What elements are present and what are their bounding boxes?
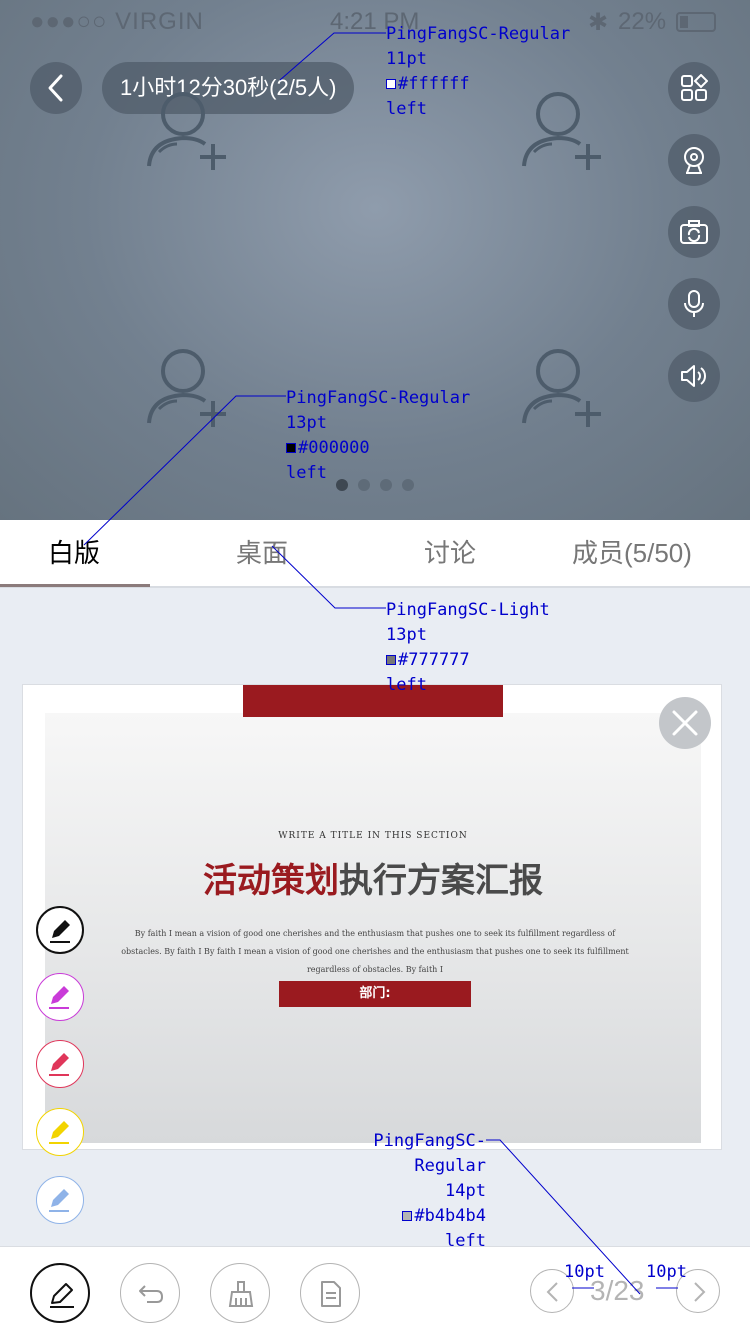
slide-title-gray: 执行方案汇报: [339, 861, 543, 901]
document-button[interactable]: [300, 1263, 360, 1323]
annotation-align: left: [445, 1231, 486, 1251]
annotation-font: PingFangSC-Regular: [386, 24, 571, 44]
pen-color-black[interactable]: [36, 906, 84, 954]
pen-color-blue[interactable]: [36, 1176, 84, 1224]
back-button[interactable]: [30, 62, 82, 114]
add-participant-slot[interactable]: [145, 88, 235, 178]
annotation-inactive-tab-spec: PingFangSC-Light 13pt #777777 left: [386, 598, 550, 698]
slide-title-red: 活动策划: [203, 861, 339, 901]
annotation-size: 13pt: [386, 625, 427, 645]
annotation-active-tab-spec: PingFangSC-Regular 13pt #000000 left: [286, 386, 470, 486]
annotation-color: #b4b4b4: [306, 1204, 486, 1229]
whiteboard-card[interactable]: WRITE A TITLE IN THIS SECTION 活动策划执行方案汇报…: [22, 684, 722, 1150]
annotation-align: left: [386, 99, 427, 119]
pen-icon: [50, 920, 70, 943]
color-swatch: [386, 79, 396, 89]
pencil-icon: [50, 1283, 74, 1308]
annotation-align: left: [286, 463, 327, 483]
marker-icon: [49, 1189, 69, 1212]
annotation-size: 14pt: [445, 1181, 486, 1201]
battery-icon: [676, 12, 716, 32]
tab-bar: 白版 桌面 讨论 成员(5/50): [0, 520, 750, 588]
slide-body: By faith I mean a vision of good one che…: [121, 929, 629, 974]
annotation-color: #777777: [386, 648, 550, 673]
annotation-align: left: [386, 675, 427, 695]
annotation-gap-right: 10pt: [646, 1262, 687, 1282]
draw-button[interactable]: [30, 1263, 90, 1323]
tab-desktop[interactable]: 桌面: [236, 520, 288, 586]
marker-icon: [49, 1053, 69, 1076]
chevron-left-icon: [48, 74, 63, 102]
tab-members[interactable]: 成员(5/50): [572, 520, 692, 586]
switch-camera-button[interactable]: [668, 206, 720, 258]
undo-button[interactable]: [120, 1263, 180, 1323]
undo-icon: [139, 1285, 163, 1303]
battery-percent: 22%: [618, 8, 667, 35]
layout-button[interactable]: [668, 62, 720, 114]
microphone-icon: [684, 290, 704, 317]
add-user-icon: [522, 349, 601, 427]
slide-canvas[interactable]: WRITE A TITLE IN THIS SECTION 活动策划执行方案汇报…: [45, 713, 701, 1143]
annotation-timer-spec: PingFangSC-Regular 11pt #ffffff left: [386, 22, 570, 122]
color-swatch: [402, 1211, 413, 1221]
annotation-size: 13pt: [286, 413, 327, 433]
annotation-color: #000000: [286, 436, 470, 461]
annotation-color-value: #ffffff: [398, 74, 470, 94]
add-participant-slot[interactable]: [145, 345, 235, 435]
annotation-color-value: #777777: [398, 650, 470, 670]
switch-camera-icon: [680, 220, 708, 244]
slide-title: 活动策划执行方案汇报: [45, 853, 701, 902]
close-button[interactable]: [659, 697, 711, 749]
highlighter-icon: [49, 1121, 69, 1144]
slide-dept-label: 部门:: [279, 981, 471, 1007]
microphone-button[interactable]: [668, 278, 720, 330]
slide-subtitle: WRITE A TITLE IN THIS SECTION: [278, 831, 468, 841]
grid-icon: [681, 74, 708, 101]
document-icon: [321, 1281, 341, 1307]
pen-color-yellow[interactable]: [36, 1108, 84, 1156]
color-swatch: [386, 655, 396, 665]
add-user-icon: [147, 349, 226, 427]
carrier-signal: ●●●○○ VIRGIN: [30, 8, 204, 35]
annotation-color-value: #000000: [298, 438, 370, 458]
pen-color-red[interactable]: [36, 1040, 84, 1088]
marker-icon: [49, 986, 69, 1009]
annotation-color-value: #b4b4b4: [414, 1206, 486, 1226]
annotation-size: 11pt: [386, 49, 427, 69]
color-swatch: [286, 443, 296, 453]
tab-whiteboard[interactable]: 白版: [48, 520, 100, 586]
active-tab-indicator: [0, 584, 150, 587]
annotation-pager-spec: PingFangSC-Regular 14pt #b4b4b4 left: [306, 1129, 486, 1254]
add-user-icon: [147, 92, 226, 170]
annotation-font: PingFangSC-Light: [386, 600, 550, 620]
bottom-toolbar: 3/23: [0, 1246, 750, 1334]
bluetooth-icon: ✱: [588, 8, 609, 36]
app-screen: ●●●○○ VIRGIN 4:21 PM ✱ 22% 1小时12分30秒(2/5…: [0, 0, 750, 1334]
close-icon: [672, 710, 698, 736]
annotation-font: PingFangSC-Regular: [373, 1131, 486, 1176]
broom-icon: [228, 1281, 254, 1307]
camera-toggle-button[interactable]: [668, 134, 720, 186]
annotation-font: PingFangSC-Regular: [286, 388, 471, 408]
add-participant-slot[interactable]: [520, 345, 610, 435]
pen-color-purple[interactable]: [36, 973, 84, 1021]
status-bar: ●●●○○ VIRGIN 4:21 PM ✱ 22%: [0, 0, 750, 44]
annotation-gap-left: 10pt: [564, 1262, 605, 1282]
annotation-color: #ffffff: [386, 72, 570, 97]
clear-button[interactable]: [210, 1263, 270, 1323]
speaker-icon: [681, 365, 706, 387]
tab-discussion[interactable]: 讨论: [424, 520, 476, 586]
webcam-icon: [684, 147, 704, 174]
speaker-button[interactable]: [668, 350, 720, 402]
